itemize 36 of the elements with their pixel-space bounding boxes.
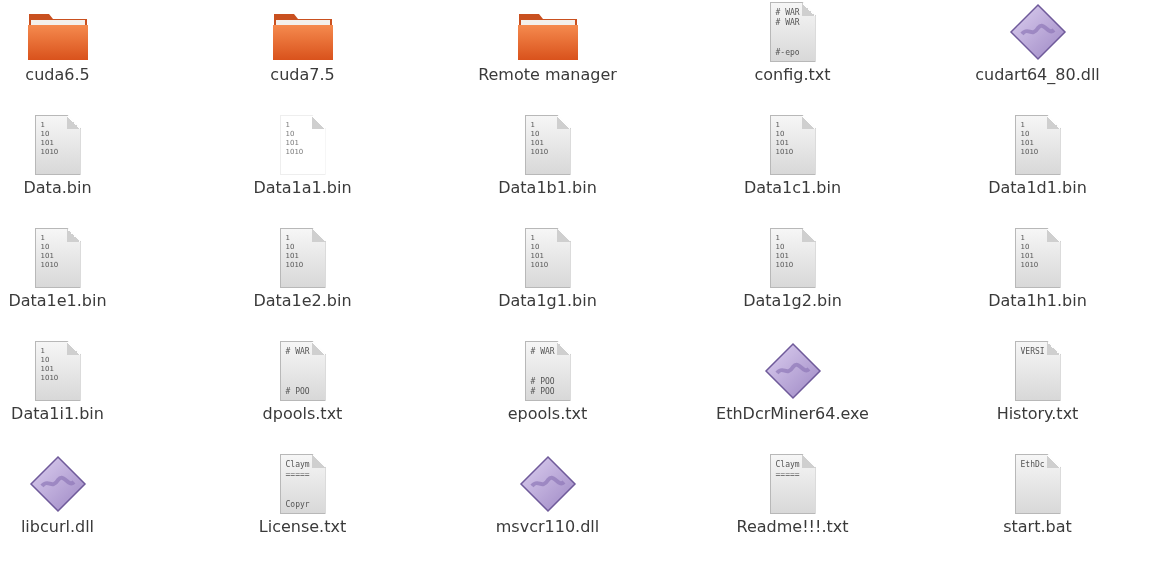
text-file-icon: Claym ===== (769, 454, 816, 514)
text-file-icon: EthDc (1014, 454, 1061, 514)
file-name[interactable]: cudart64_80.dll (975, 65, 1100, 84)
file-name[interactable]: EthDcrMiner64.exe (716, 404, 869, 423)
text-file-icon: # WAR # POO (279, 341, 326, 401)
file-name[interactable]: Data1h1.bin (988, 291, 1087, 310)
file-name[interactable]: Data1i1.bin (11, 404, 104, 423)
file-name[interactable]: cuda6.5 (25, 65, 90, 84)
file-name[interactable]: Data1a1.bin (253, 178, 352, 197)
file-name[interactable]: Data1e2.bin (253, 291, 352, 310)
diamond-icon (517, 454, 578, 514)
file-name[interactable]: config.txt (754, 65, 831, 84)
diamond-icon (762, 341, 823, 401)
file-name[interactable]: History.txt (996, 404, 1079, 423)
file-name[interactable]: cuda7.5 (270, 65, 335, 84)
file-name[interactable]: Data1e1.bin (8, 291, 107, 310)
text-file-icon: # WAR # WAR #-epo (769, 2, 816, 62)
file-name[interactable]: start.bat (1003, 517, 1072, 536)
text-file-icon: VERSI (1014, 341, 1061, 401)
file-name[interactable]: msvcr110.dll (495, 517, 600, 536)
file-name[interactable]: dpools.txt (262, 404, 343, 423)
text-file-icon: Claym ===== Copyr (279, 454, 326, 514)
file-name[interactable]: epools.txt (507, 404, 588, 423)
file-name[interactable]: License.txt (258, 517, 347, 536)
diamond-icon (27, 454, 88, 514)
diamond-icon (1007, 2, 1068, 62)
file-name[interactable]: libcurl.dll (20, 517, 95, 536)
file-name[interactable]: Data1d1.bin (988, 178, 1087, 197)
file-name[interactable]: Data1g2.bin (743, 291, 842, 310)
file-name[interactable]: Data1b1.bin (498, 178, 597, 197)
file-name[interactable]: Remote manager (478, 65, 617, 84)
text-file-icon: # WAR # POO # POO (524, 341, 571, 401)
file-name[interactable]: Data1g1.bin (498, 291, 597, 310)
file-name[interactable]: Readme!!!.txt (736, 517, 849, 536)
file-name[interactable]: Data.bin (23, 178, 92, 197)
file-name[interactable]: Data1c1.bin (743, 178, 842, 197)
